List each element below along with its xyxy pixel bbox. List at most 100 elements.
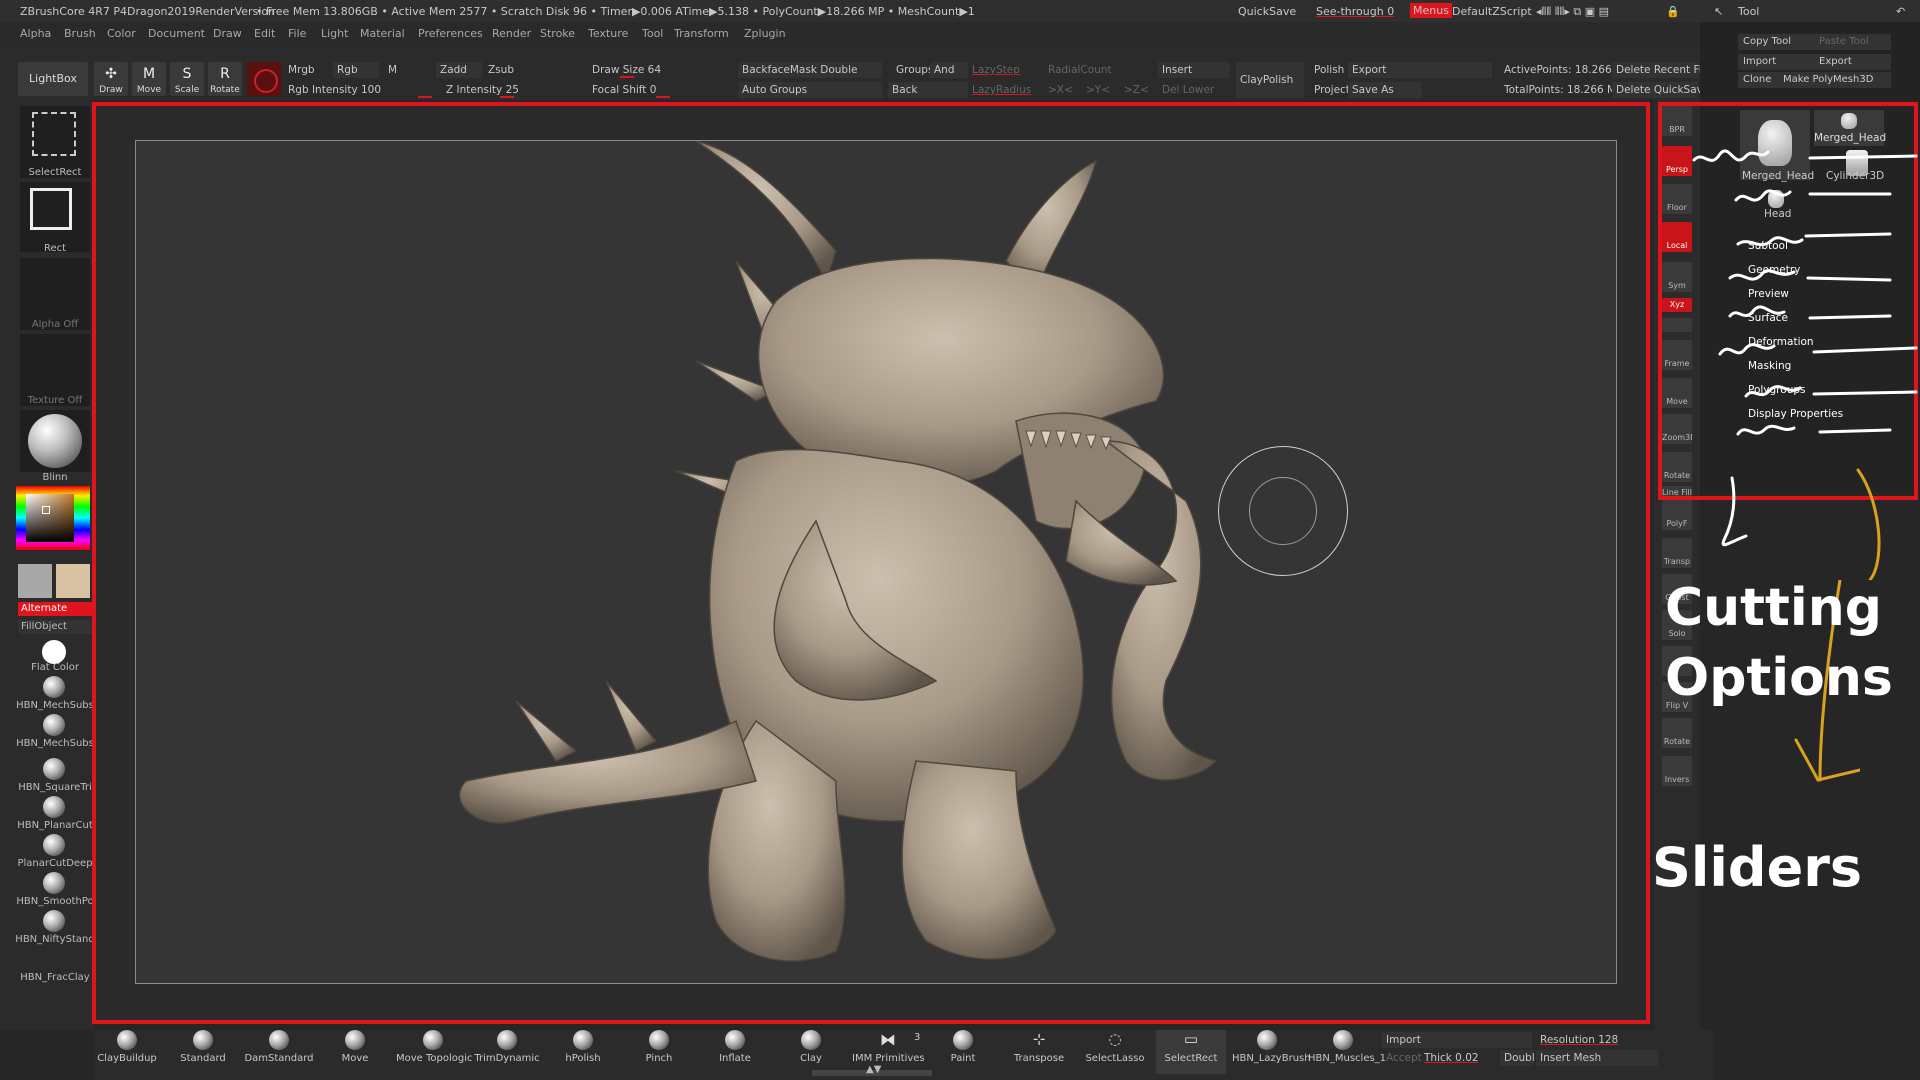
rgb-toggle[interactable]: Rgb [333, 62, 379, 78]
menu-tool[interactable]: Tool [642, 27, 663, 40]
lazy-radius-slider[interactable]: LazyRadius [968, 82, 1042, 98]
lock-icon[interactable]: 🔒 [1666, 5, 1680, 18]
color-picker-hue-ring[interactable] [16, 486, 90, 550]
menu-draw[interactable]: Draw [213, 27, 242, 40]
menu-preferences[interactable]: Preferences [418, 27, 483, 40]
quicksave-button[interactable]: QuickSave [1238, 5, 1296, 18]
material-tile[interactable] [20, 410, 90, 472]
del-lower-button[interactable]: Del Lower [1158, 82, 1230, 98]
transp-button[interactable]: Transp [1662, 538, 1692, 568]
brush-hpolish[interactable]: hPolish [548, 1030, 618, 1064]
draw-size-slider[interactable]: Draw Size 64 [588, 62, 702, 78]
thick-slider[interactable]: Thick 0.02 [1420, 1050, 1479, 1066]
brush-trimdynamic[interactable]: TrimDynamic [472, 1030, 542, 1064]
menu-edit[interactable]: Edit [254, 27, 275, 40]
y-axis-toggle[interactable]: >Y< [1082, 82, 1110, 98]
paste-tool-button[interactable]: Paste Tool [1814, 34, 1891, 50]
mrgb-toggle[interactable]: Mrgb [284, 62, 315, 78]
menus-toggle[interactable]: Menus [1410, 3, 1452, 18]
undock-icon[interactable]: ↶ [1896, 5, 1905, 18]
polyf-button[interactable]: PolyF [1662, 500, 1692, 530]
brush-claybuildup[interactable]: ClayBuildup [92, 1030, 162, 1064]
tool-import-button[interactable]: Import [1738, 54, 1815, 70]
rgb-intensity-slider[interactable]: Rgb Intensity 100 [284, 82, 436, 98]
menu-stroke[interactable]: Stroke [540, 27, 575, 40]
layout-icons[interactable]: ◂⦀⦀ ⦀⦀▸ ⧉ ▣ ▤ [1536, 5, 1609, 19]
zadd-toggle[interactable]: Zadd [436, 62, 482, 78]
x-axis-toggle[interactable]: >X< [1044, 82, 1073, 98]
menu-file[interactable]: File [288, 27, 306, 40]
brush-hbn-lazybrush[interactable]: HBN_LazyBrush [1232, 1030, 1311, 1064]
z-axis-toggle[interactable]: >Z< [1120, 82, 1149, 98]
alternate-toggle[interactable]: Alternate [18, 602, 93, 616]
secondary-color-swatch[interactable] [18, 564, 52, 598]
menu-texture[interactable]: Texture [588, 27, 628, 40]
rect-stroke-tile[interactable] [20, 182, 90, 252]
brush-hbn-smoothpo-icon[interactable] [43, 872, 65, 894]
main-color-swatch[interactable] [56, 564, 90, 598]
brush-standard[interactable]: Standard [168, 1030, 238, 1064]
brush-transpose[interactable]: ⊹ Transpose [1004, 1030, 1074, 1064]
rotate-button[interactable]: R Rotate [208, 62, 242, 96]
clone-button[interactable]: Clone [1738, 72, 1779, 88]
insert-button[interactable]: Insert [1158, 62, 1230, 78]
brush-hbn-mechsubs-2-icon[interactable] [43, 714, 65, 736]
copy-tool-button[interactable]: Copy Tool [1738, 34, 1815, 50]
brush-hbn-mechsubs-1-icon[interactable] [43, 676, 65, 698]
focal-shift-slider[interactable]: Focal Shift 0 [588, 82, 702, 98]
back-button[interactable]: Back [888, 82, 968, 98]
invers-button[interactable]: Invers [1662, 756, 1692, 786]
menu-material[interactable]: Material [360, 27, 405, 40]
menu-color[interactable]: Color [107, 27, 136, 40]
menu-transform[interactable]: Transform [674, 27, 729, 40]
brush-hbn-squaretri-icon[interactable] [43, 758, 65, 780]
menu-document[interactable]: Document [148, 27, 205, 40]
radial-count-slider[interactable]: RadialCount [1044, 62, 1148, 78]
save-as-button[interactable]: Save As [1348, 82, 1422, 98]
zsub-toggle[interactable]: Zsub [484, 62, 514, 78]
scroll-arrows-icon[interactable]: ▲▼ [866, 1064, 881, 1075]
document-canvas[interactable] [135, 140, 1617, 984]
menu-zplugin[interactable]: Zplugin [744, 27, 786, 40]
brush-pinch[interactable]: Pinch [624, 1030, 694, 1064]
see-through-slider[interactable]: See-through 0 [1316, 5, 1394, 18]
brush-selectrect[interactable]: ▭ SelectRect [1156, 1030, 1226, 1074]
m-toggle[interactable]: M [384, 62, 397, 78]
accept-button[interactable]: Accept [1382, 1050, 1422, 1066]
menu-render[interactable]: Render [492, 27, 531, 40]
fill-object-button[interactable]: FillObject [18, 620, 93, 634]
brush-damstandard[interactable]: DamStandard [244, 1030, 314, 1064]
scale-button[interactable]: S Scale [170, 62, 204, 96]
bottom-import-button[interactable]: Import [1382, 1032, 1532, 1048]
resolution-slider[interactable]: Resolution 128 [1536, 1032, 1658, 1048]
brush-hbn-muscles[interactable]: HBN_Muscles_1 [1308, 1030, 1386, 1064]
backface-mask-button[interactable]: BackfaceMask Double [738, 62, 882, 78]
lazy-step-slider[interactable]: LazyStep [968, 62, 1042, 78]
brush-move-topologic[interactable]: Move Topologic [396, 1030, 473, 1064]
brush-clay[interactable]: Clay [776, 1030, 846, 1064]
insert-mesh-button[interactable]: Insert Mesh [1536, 1050, 1658, 1066]
tool-export-button[interactable]: Export [1814, 54, 1891, 70]
default-zscript-button[interactable]: DefaultZScript [1452, 5, 1532, 18]
rotate-button-side[interactable]: Rotate [1662, 718, 1692, 748]
delete-recent-button[interactable]: Delete Recent Fi [1612, 62, 1702, 78]
lightbox-button[interactable]: LightBox [18, 62, 88, 96]
draw-button[interactable]: ✣ Draw [94, 62, 128, 96]
menu-brush[interactable]: Brush [64, 27, 96, 40]
brush-inflate[interactable]: Inflate [700, 1030, 770, 1064]
flat-color-icon[interactable] [42, 640, 66, 664]
auto-groups-button[interactable]: Auto Groups [738, 82, 882, 98]
menu-alpha[interactable]: Alpha [20, 27, 51, 40]
make-polymesh-button[interactable]: Make PolyMesh3D [1778, 72, 1891, 88]
double-toggle[interactable]: Doubl [1500, 1050, 1535, 1066]
brush-hbn-planarcut-icon[interactable] [43, 796, 65, 818]
project-button[interactable]: Project [1310, 82, 1350, 98]
color-picker-square[interactable] [26, 494, 74, 542]
menu-light[interactable]: Light [321, 27, 348, 40]
brush-move[interactable]: Move [320, 1030, 390, 1064]
current-color-swatch[interactable] [247, 62, 281, 96]
claypolish-button[interactable]: ClayPolish [1236, 62, 1304, 98]
move-button[interactable]: M Move [132, 62, 166, 96]
and-toggle[interactable]: And [930, 62, 968, 78]
brush-selectlasso[interactable]: ◌ SelectLasso [1080, 1030, 1150, 1064]
